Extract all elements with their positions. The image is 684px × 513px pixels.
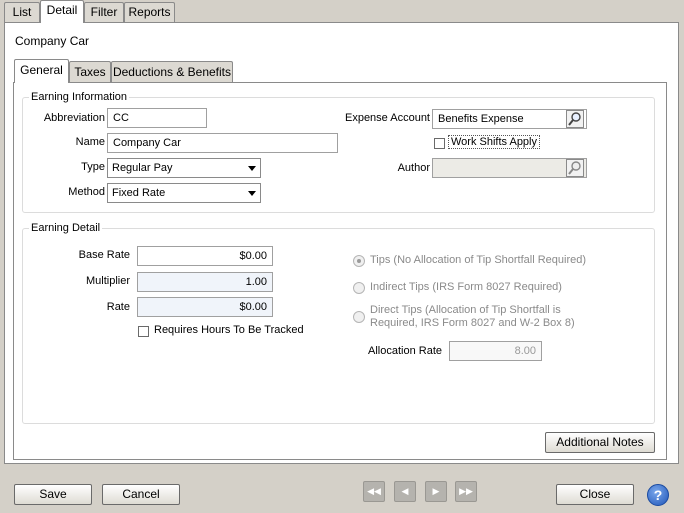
multiplier-input[interactable]: 1.00 [137,272,273,292]
previous-record-icon: ◀ [394,481,416,502]
indirect-tips-radio [353,282,365,294]
direct-tips-label-line1: Direct Tips (Allocation of Tip Shortfall… [370,304,561,316]
tab-deductions-benefits[interactable]: Deductions & Benefits [111,61,233,82]
multiplier-label: Multiplier [85,275,130,287]
abbreviation-label: Abbreviation [43,112,105,124]
close-button[interactable]: Close [556,484,634,505]
allocation-rate-input: 8.00 [449,341,542,361]
rate-label: Rate [106,301,130,313]
tab-detail[interactable]: Detail [40,0,84,23]
help-icon[interactable]: ? [647,484,669,506]
next-record-icon: ▶ [425,481,447,502]
method-value: Fixed Rate [112,187,166,199]
abbreviation-input[interactable]: CC [107,108,207,128]
expense-account-input[interactable]: Benefits Expense [432,109,587,129]
author-lookup-button [566,159,584,177]
indirect-tips-label: Indirect Tips (IRS Form 8027 Required) [370,281,562,293]
earning-detail-title: Earning Detail [29,222,103,234]
tips-label: Tips (No Allocation of Tip Shortfall Req… [370,254,587,266]
search-icon [568,112,581,126]
search-icon [568,161,581,175]
direct-tips-label-line2: Required, IRS Form 8027 and W-2 Box 8) [370,317,575,329]
chevron-down-icon [248,166,256,171]
work-shifts-label: Work Shifts Apply [448,135,540,149]
type-value: Regular Pay [112,162,173,174]
requires-hours-label: Requires Hours To Be Tracked [154,324,304,336]
save-button[interactable]: Save [14,484,92,505]
direct-tips-radio [353,311,365,323]
earning-information-title: Earning Information [29,91,129,103]
base-rate-label: Base Rate [78,249,130,261]
allocation-rate-label: Allocation Rate [368,345,442,357]
first-record-icon: ◀◀ [363,481,385,502]
rate-input[interactable]: $0.00 [137,297,273,317]
tab-general[interactable]: General [14,59,69,83]
name-input[interactable]: Company Car [107,133,338,153]
tab-reports[interactable]: Reports [124,2,175,22]
tab-filter[interactable]: Filter [84,2,124,22]
last-record-icon: ▶▶ [455,481,477,502]
chevron-down-icon [248,191,256,196]
expense-account-lookup-button[interactable] [566,110,584,128]
name-label: Name [75,136,105,148]
expense-account-label: Expense Account [344,112,430,124]
method-dropdown[interactable]: Fixed Rate [107,183,261,203]
tips-radio [353,255,365,267]
author-label: Author [397,162,430,174]
tab-taxes[interactable]: Taxes [69,61,111,82]
cancel-button[interactable]: Cancel [102,484,180,505]
type-label: Type [81,161,105,173]
additional-notes-button[interactable]: Additional Notes [545,432,655,453]
author-input [432,158,587,178]
type-dropdown[interactable]: Regular Pay [107,158,261,178]
base-rate-input[interactable]: $0.00 [137,246,273,266]
tab-list[interactable]: List [4,2,40,22]
page-title: Company Car [15,34,90,48]
work-shifts-checkbox[interactable] [434,138,445,149]
requires-hours-checkbox[interactable] [138,326,149,337]
method-label: Method [68,186,105,198]
